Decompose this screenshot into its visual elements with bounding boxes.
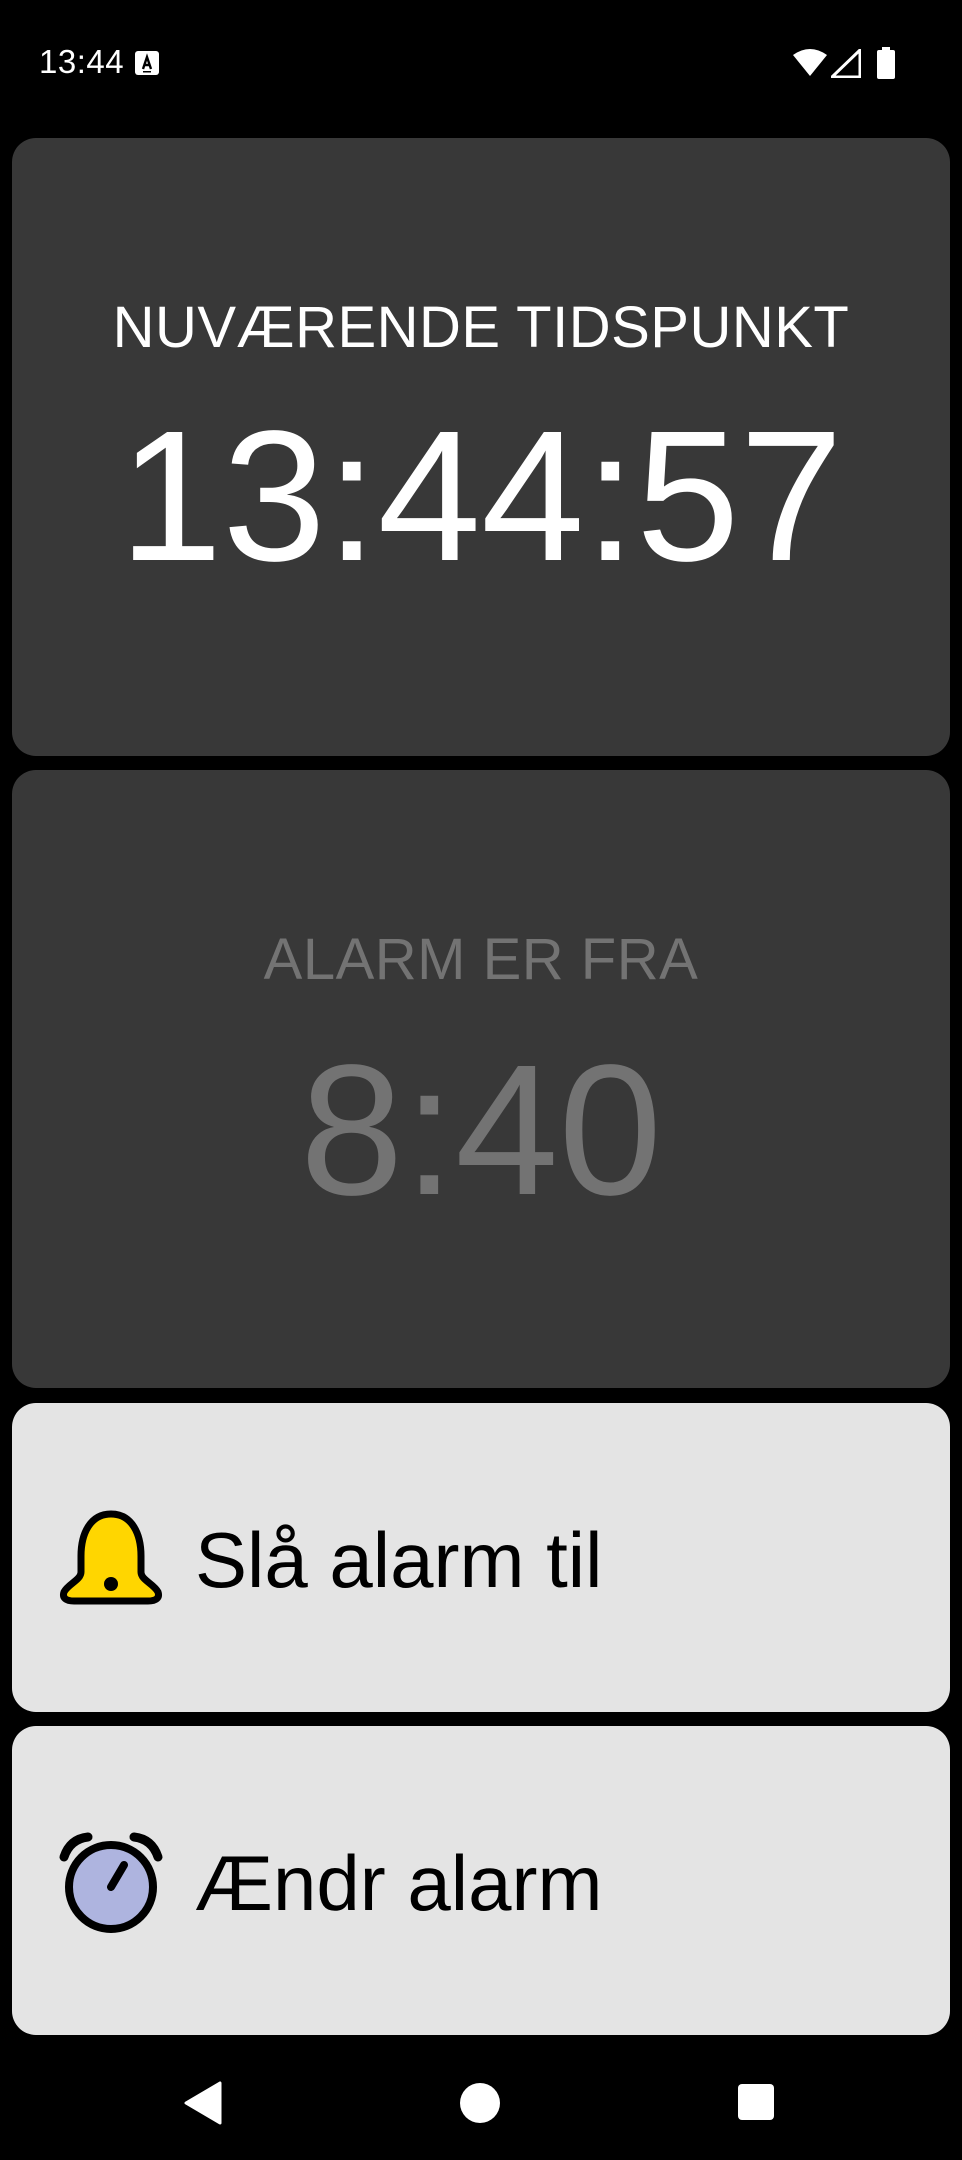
current-time-value: 13:44:57 <box>118 393 844 600</box>
signal-icon <box>828 46 862 83</box>
status-time: 13:44 <box>39 43 125 80</box>
alarm-status-card: ALARM ER FRA 8:40 <box>12 770 950 1388</box>
recents-icon[interactable] <box>737 2083 775 2126</box>
navigation-bar <box>0 2050 962 2160</box>
bell-icon <box>56 1506 166 1616</box>
edit-alarm-label: Ændr alarm <box>195 1839 603 1927</box>
alarm-time-value: 8:40 <box>299 1027 662 1234</box>
battery-icon <box>876 47 896 84</box>
turn-on-alarm-button[interactable]: Slå alarm til <box>12 1403 950 1712</box>
current-time-card: NUVÆRENDE TIDSPUNKT 13:44:57 <box>12 138 950 756</box>
back-icon[interactable] <box>182 2081 222 2130</box>
text-input-icon <box>135 51 159 75</box>
turn-on-alarm-label: Slå alarm til <box>195 1516 603 1604</box>
edit-alarm-button[interactable]: Ændr alarm <box>12 1726 950 2035</box>
alarm-status-label: ALARM ER FRA <box>263 927 699 992</box>
current-time-label: NUVÆRENDE TIDSPUNKT <box>112 295 850 360</box>
wifi-icon <box>793 49 827 82</box>
alarm-clock-icon <box>56 1829 166 1939</box>
home-icon[interactable] <box>458 2081 502 2130</box>
status-bar: 13:44 <box>0 0 962 124</box>
